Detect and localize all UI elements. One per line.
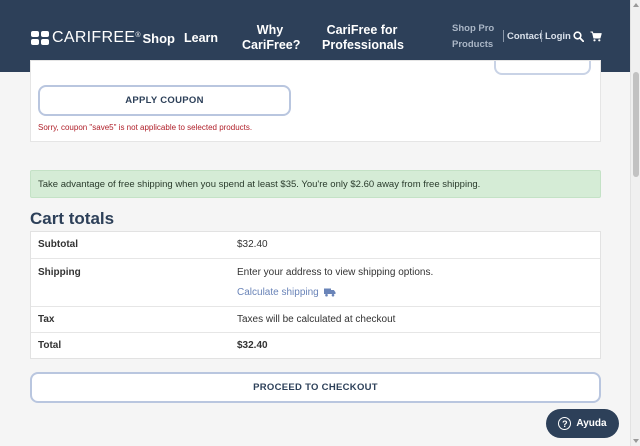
totals-row-tax: Tax Taxes will be calculated at checkout xyxy=(31,306,600,332)
cart-totals-table: Subtotal $32.40 Shipping Enter your addr… xyxy=(30,231,601,359)
help-button[interactable]: ? Ayuda xyxy=(546,409,619,438)
shipping-value: Enter your address to view shipping opti… xyxy=(237,267,434,278)
coupon-error-message: Sorry, coupon "save5" is not applicable … xyxy=(38,123,253,132)
logo-mark-icon xyxy=(31,31,49,45)
nav-learn[interactable]: Learn xyxy=(184,31,218,46)
nav-pro-line1: CariFree for xyxy=(326,23,398,37)
totals-row-shipping: Shipping Enter your address to view ship… xyxy=(31,258,600,306)
total-label: Total xyxy=(38,340,62,351)
site-logo[interactable]: CARIFREE ® Shop xyxy=(31,29,175,47)
truck-icon xyxy=(323,288,336,297)
nav-contact[interactable]: Contact xyxy=(507,31,542,43)
scrollbar-thumb[interactable] xyxy=(633,72,639,177)
free-shipping-notice-text: Take advantage of free shipping when you… xyxy=(38,178,481,190)
subtotal-label: Subtotal xyxy=(38,239,78,250)
logo-shop-text: Shop xyxy=(142,30,175,46)
nav-shop-pro-line1: Shop Pro xyxy=(452,23,495,34)
scroll-up-arrow-icon[interactable] xyxy=(633,3,639,7)
nav-why-line1: Why xyxy=(256,23,284,37)
shipping-label: Shipping xyxy=(38,267,81,278)
page-scrollbar[interactable] xyxy=(630,0,640,446)
nav-separator xyxy=(541,30,542,42)
calculate-shipping-link[interactable]: Calculate shipping xyxy=(237,287,336,298)
total-value: $32.40 xyxy=(237,340,268,351)
proceed-to-checkout-button[interactable]: PROCEED TO CHECKOUT xyxy=(30,372,601,403)
cart-icon[interactable] xyxy=(590,31,602,42)
tax-value: Taxes will be calculated at checkout xyxy=(237,314,396,325)
calculate-shipping-label: Calculate shipping xyxy=(237,287,319,298)
logo-registered-mark: ® xyxy=(135,31,141,39)
nav-separator xyxy=(503,30,504,42)
nav-shop-pro-products[interactable]: Shop Pro Products xyxy=(452,21,494,52)
nav-login[interactable]: Login xyxy=(545,31,571,43)
nav-why-carifree[interactable]: Why CariFree? xyxy=(242,23,301,53)
logo-text: CARIFREE xyxy=(52,29,136,46)
subtotal-value: $32.40 xyxy=(237,239,268,250)
totals-row-subtotal: Subtotal $32.40 xyxy=(31,232,600,258)
apply-coupon-button[interactable]: APPLY COUPON xyxy=(38,85,291,116)
nav-shop-pro-line2: Products xyxy=(452,39,494,50)
question-icon: ? xyxy=(558,417,572,430)
cart-totals-title: Cart totals xyxy=(30,209,115,228)
free-shipping-notice: Take advantage of free shipping when you… xyxy=(30,170,601,198)
update-cart-button[interactable] xyxy=(494,61,591,75)
nav-pro-line2: Professionals xyxy=(322,38,404,52)
scroll-down-arrow-icon[interactable] xyxy=(633,439,639,443)
totals-row-total: Total $32.40 xyxy=(31,332,600,358)
help-label: Ayuda xyxy=(576,418,607,429)
search-icon[interactable] xyxy=(573,31,584,42)
nav-why-line2: CariFree? xyxy=(242,38,301,52)
tax-label: Tax xyxy=(38,314,55,325)
nav-professionals[interactable]: CariFree for Professionals xyxy=(322,23,404,53)
